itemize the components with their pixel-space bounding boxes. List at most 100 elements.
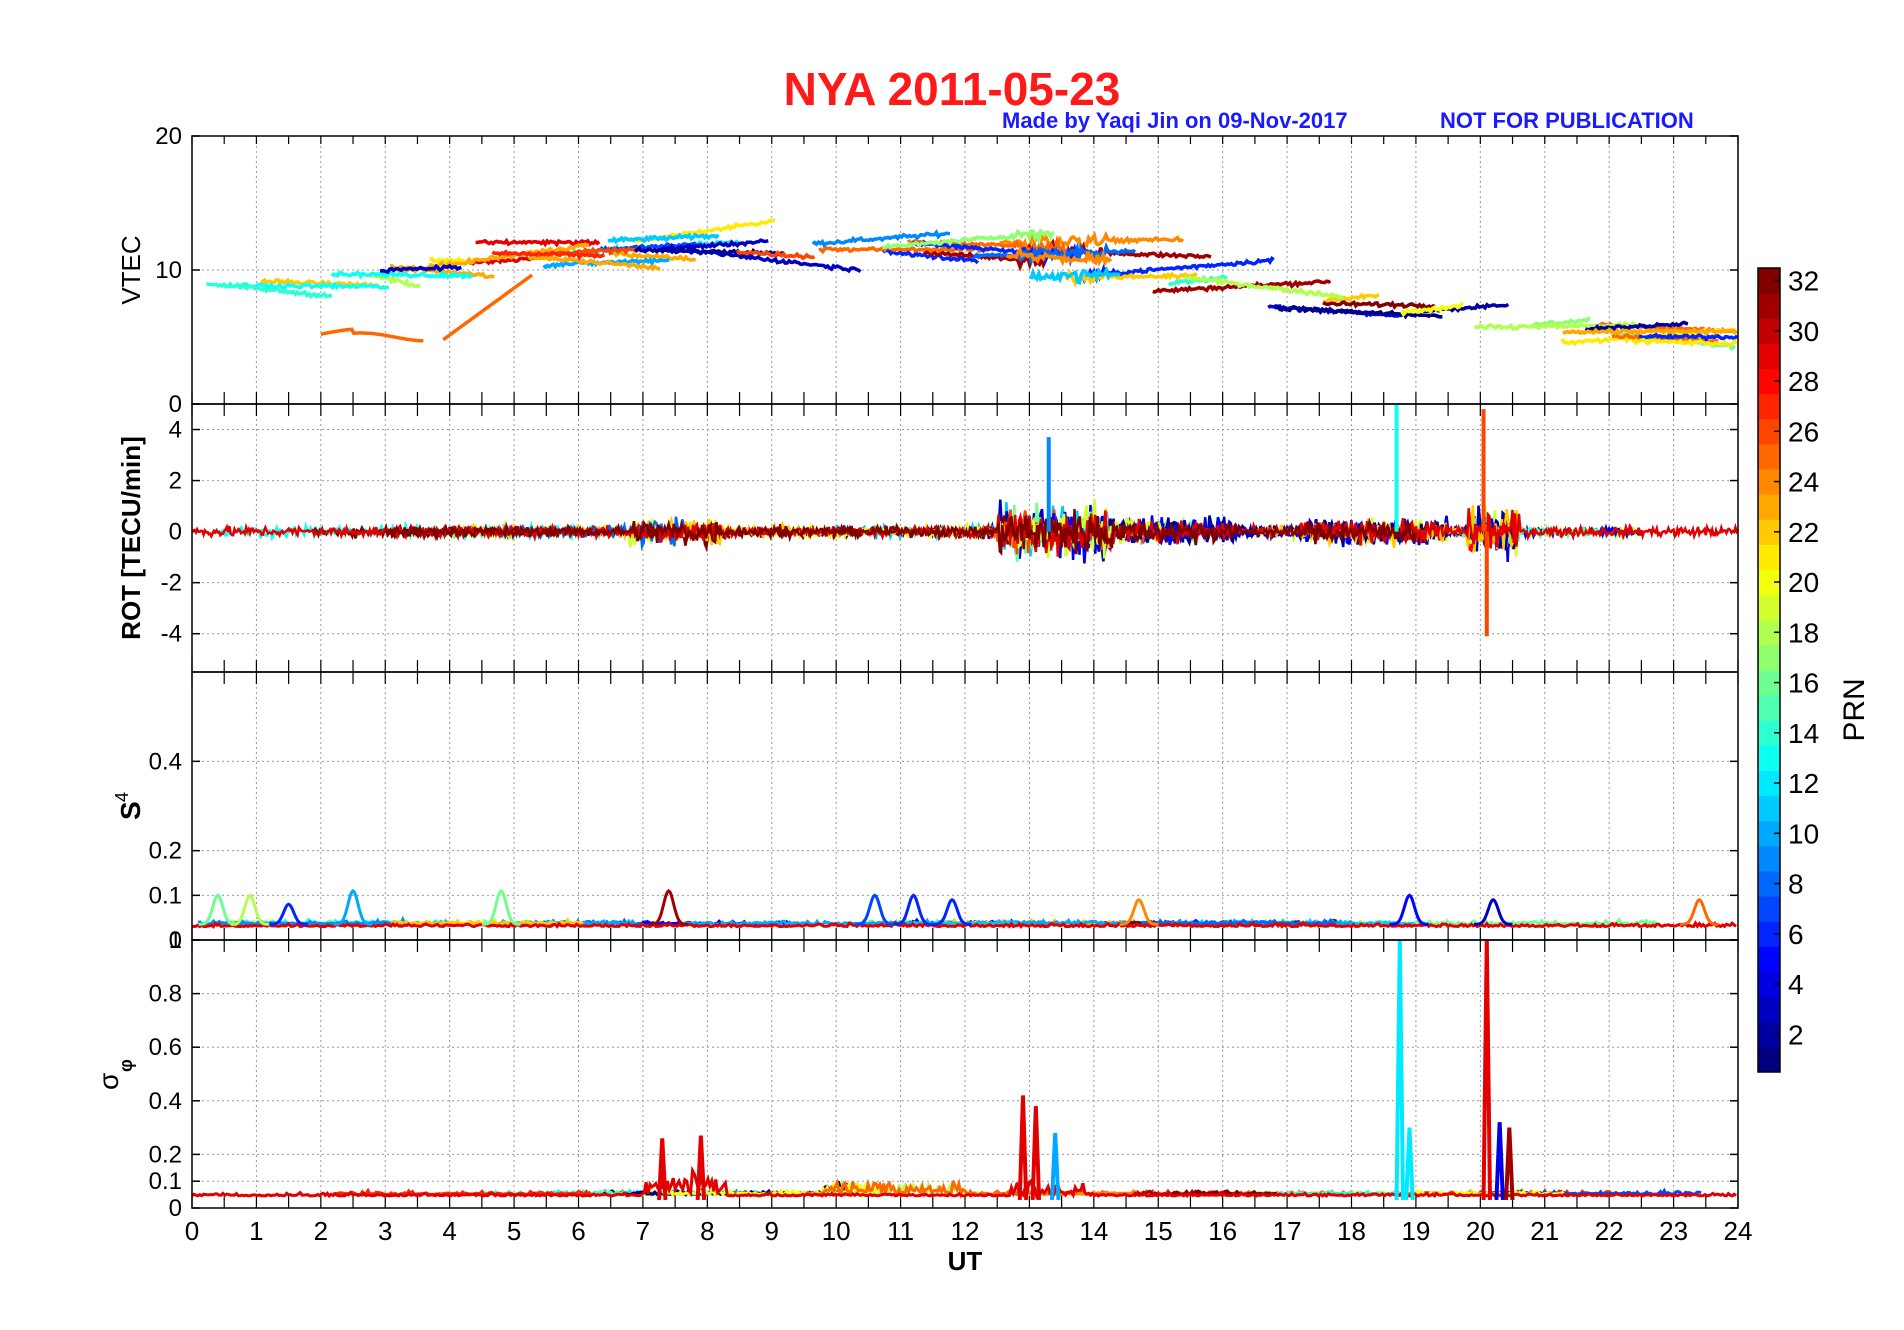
- x-tick-label: 18: [1337, 1216, 1366, 1246]
- colorbar-segment: [1758, 343, 1780, 369]
- colorbar-segment: [1758, 1046, 1780, 1073]
- sigma-peak: [1030, 1106, 1042, 1201]
- sigma-ylabel: σ: [93, 1073, 124, 1090]
- colorbar-tick-label: 20: [1788, 567, 1819, 598]
- s4-peak: [649, 888, 688, 926]
- x-tick-label: 2: [314, 1216, 328, 1246]
- x-tick-label: 1: [249, 1216, 263, 1246]
- sigma-peak: [1017, 1095, 1029, 1201]
- colorbar-label: PRN: [1838, 678, 1871, 741]
- x-tick-label: 5: [507, 1216, 521, 1246]
- colorbar-segment: [1758, 644, 1780, 671]
- x-tick-label: 10: [822, 1216, 851, 1246]
- colorbar-tick-label: 18: [1788, 617, 1819, 648]
- colorbar-segment: [1758, 695, 1780, 721]
- colorbar-tick-label: 8: [1788, 869, 1804, 900]
- s4-peak: [481, 888, 521, 926]
- x-tick-label: 19: [1401, 1216, 1430, 1246]
- vtec-arc: [1562, 327, 1738, 336]
- colorbar-segment: [1758, 745, 1780, 771]
- s4-peak: [333, 888, 373, 926]
- colorbar-tick-label: 30: [1788, 316, 1819, 347]
- vtec-arc: [320, 327, 424, 343]
- colorbar-tick-label: 12: [1788, 768, 1819, 799]
- y-tick-label: 1: [169, 927, 182, 954]
- s4-ylabel-sub: 4: [112, 792, 132, 802]
- colorbar-tick-label: 14: [1788, 718, 1819, 749]
- s4-peak: [1389, 893, 1429, 926]
- x-tick-label: 8: [700, 1216, 714, 1246]
- y-tick-label: 0: [169, 1195, 182, 1222]
- y-tick-label: 0: [169, 519, 182, 546]
- colorbar-segment: [1758, 544, 1780, 570]
- sigma-peak: [1504, 1127, 1515, 1201]
- sigma-peak: [1481, 939, 1492, 1200]
- x-tick-label: 13: [1015, 1216, 1044, 1246]
- y-tick-label: -2: [161, 570, 182, 597]
- colorbar-tick-label: 24: [1788, 467, 1819, 498]
- colorbar-tick-label: 16: [1788, 668, 1819, 699]
- colorbar-tick-label: 32: [1788, 266, 1819, 297]
- y-tick-label: 4: [169, 417, 182, 444]
- x-tick-label: 11: [887, 1216, 914, 1246]
- s4-peak: [1679, 898, 1719, 926]
- y-tick-label: 0.1: [149, 1168, 182, 1195]
- sigma-peak: [1394, 939, 1406, 1200]
- colorbar-segment: [1758, 996, 1780, 1023]
- x-tick-label: 0: [185, 1216, 199, 1246]
- colorbar-segment: [1758, 393, 1780, 420]
- colorbar-tick-label: 10: [1788, 818, 1819, 849]
- colorbar-segment: [1758, 494, 1780, 520]
- x-tick-label: 15: [1144, 1216, 1173, 1246]
- colorbar-segment: [1758, 293, 1780, 319]
- y-tick-label: 0.8: [149, 981, 182, 1008]
- s4-peak: [230, 893, 270, 926]
- y-tick-label: 0.4: [149, 1088, 182, 1115]
- vtec-ylabel: VTEC: [116, 235, 146, 304]
- s4-peak: [855, 893, 895, 926]
- colorbar-segment: [1758, 443, 1780, 470]
- colorbar-tick-label: 28: [1788, 366, 1819, 397]
- sigma-peak: [1404, 1127, 1415, 1201]
- rot-ylabel: ROT [TECU/min]: [116, 436, 146, 640]
- s4-ylabel: S: [115, 801, 146, 820]
- sigma-peak: [657, 1138, 668, 1201]
- y-tick-label: 0.1: [149, 882, 182, 909]
- vtec-arc: [1029, 265, 1121, 285]
- colorbar-segment: [1758, 845, 1780, 872]
- x-tick-label: 22: [1595, 1216, 1624, 1246]
- sigma-peak: [1494, 1122, 1505, 1201]
- colorbar-tick-label: 6: [1788, 919, 1804, 950]
- y-tick-label: 0: [169, 391, 182, 418]
- x-tick-label: 24: [1724, 1216, 1753, 1246]
- y-tick-label: 0.4: [149, 748, 182, 775]
- colorbar-segment: [1758, 946, 1780, 972]
- y-tick-label: 0.6: [149, 1034, 182, 1061]
- x-tick-label: 9: [765, 1216, 779, 1246]
- y-tick-label: -4: [161, 621, 182, 648]
- x-tick-label: 20: [1466, 1216, 1495, 1246]
- x-tick-label: 12: [951, 1216, 980, 1246]
- x-tick-label: 7: [636, 1216, 650, 1246]
- x-tick-label: 23: [1659, 1216, 1688, 1246]
- figure-canvas: 01020-4-202400.10.20.400.10.20.40.60.81V…: [93, 123, 1871, 1276]
- y-tick-label: 2: [169, 468, 182, 495]
- x-tick-label: 17: [1273, 1216, 1302, 1246]
- colorbar-segment: [1758, 594, 1780, 621]
- y-tick-label: 20: [155, 123, 182, 150]
- colorbar-tick-label: 26: [1788, 416, 1819, 447]
- s4-peak: [1473, 898, 1513, 926]
- y-tick-label: 10: [155, 257, 182, 284]
- colorbar-tick-label: 22: [1788, 517, 1819, 548]
- y-tick-label: 0.2: [149, 1141, 182, 1168]
- colorbar-segment: [1758, 896, 1780, 922]
- vtec-arc: [1322, 299, 1436, 310]
- colorbar-tick-label: 2: [1788, 1019, 1804, 1050]
- x-axis-label: UT: [948, 1246, 983, 1276]
- x-tick-label: 4: [442, 1216, 456, 1246]
- x-tick-label: 6: [571, 1216, 585, 1246]
- colorbar-segment: [1758, 795, 1780, 822]
- y-tick-label: 0.2: [149, 838, 182, 865]
- sigma-ylabel-sub: φ: [116, 1059, 136, 1072]
- x-tick-label: 14: [1079, 1216, 1108, 1246]
